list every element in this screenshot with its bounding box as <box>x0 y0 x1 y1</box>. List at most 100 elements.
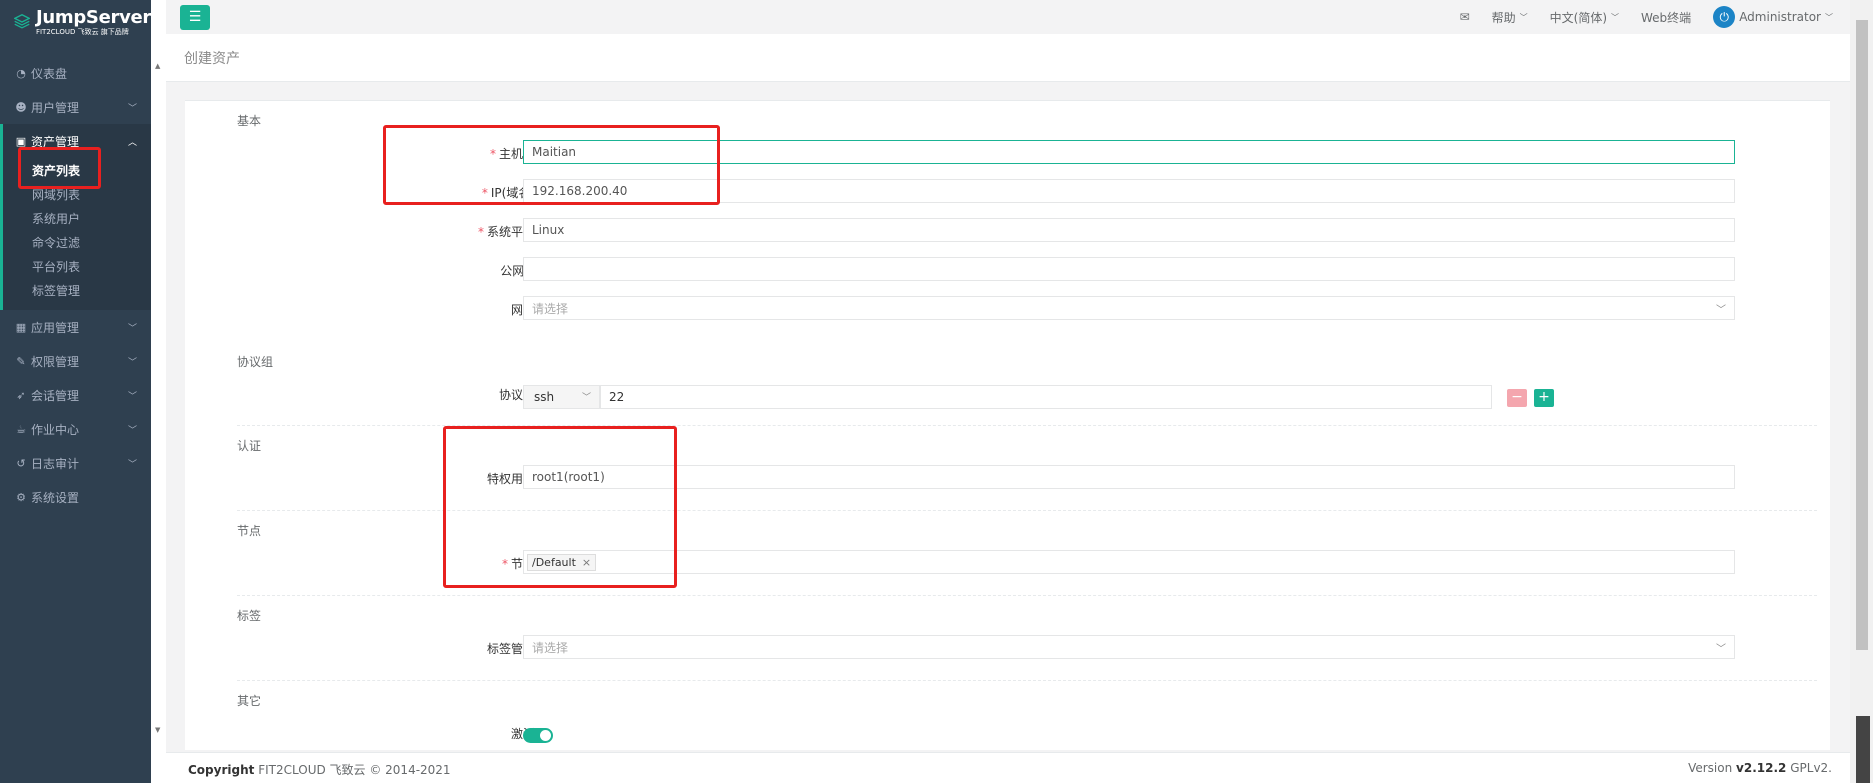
sidebar-item-label: 作业中心 <box>31 422 80 437</box>
user-name: Administrator <box>1739 10 1821 24</box>
sidebar-subitem-command-filters[interactable]: 命令过滤 <box>3 230 151 254</box>
scroll-up-arrow-icon: ▲ <box>155 62 161 70</box>
domain-placeholder: 请选择 <box>532 301 569 316</box>
public-ip-input[interactable] <box>523 257 1735 281</box>
sidebar-item-dashboard[interactable]: ◔ 仪表盘 <box>0 56 151 90</box>
section-title-nodes: 节点 <box>237 524 262 538</box>
language-menu[interactable]: 中文(简体) ﹀ <box>1550 9 1619 26</box>
sidebar-subitem-platforms[interactable]: 平台列表 <box>3 254 151 278</box>
chevron-down-icon: ﹀ <box>581 393 591 403</box>
plus-icon: + <box>1538 389 1550 405</box>
web-terminal-label: Web终端 <box>1641 10 1692 25</box>
chevron-down-icon: ﹀ <box>1716 305 1726 316</box>
sidebar-item-permissions[interactable]: ✎ 权限管理 ﹀ <box>0 344 151 378</box>
jumpserver-logo-icon <box>14 14 30 29</box>
inbox-icon: ▣ <box>15 134 27 148</box>
section-title-basic: 基本 <box>237 114 262 128</box>
add-protocol-button[interactable]: + <box>1534 389 1554 407</box>
sidebar-item-sessions[interactable]: ➶ 会话管理 ﹀ <box>0 378 151 412</box>
history-icon: ↺ <box>16 456 26 470</box>
highlight-box-asset-list <box>18 147 101 189</box>
chevron-down-icon: ﹀ <box>127 425 137 436</box>
sidebar-item-audits[interactable]: ↺ 日志审计 ﹀ <box>0 446 151 480</box>
sidebar-subitem-system-users[interactable]: 系统用户 <box>3 206 151 230</box>
sidebar-item-label: 权限管理 <box>31 354 80 369</box>
highlight-box-host-ip <box>383 125 720 205</box>
labels-placeholder: 请选择 <box>532 640 569 655</box>
chevron-down-icon: ﹀ <box>127 323 137 334</box>
chevron-down-icon: ﹀ <box>1825 12 1833 22</box>
protocol-label: 协议组 <box>498 388 535 402</box>
protocol-select[interactable]: ssh ﹀ <box>523 385 600 409</box>
web-terminal-link[interactable]: Web终端 <box>1641 9 1691 26</box>
sidebar-item-label: 系统设置 <box>31 490 80 505</box>
chevron-up-icon: ︿ <box>127 137 137 148</box>
scrollbar-thumb[interactable] <box>1856 20 1868 650</box>
edit-icon: ✎ <box>16 354 26 368</box>
divider <box>237 680 1817 681</box>
sidebar-item-users[interactable]: ☻ 用户管理 ﹀ <box>0 90 151 124</box>
brand-subtitle: FIT2CLOUD 飞致云 旗下品牌 <box>35 27 129 36</box>
domain-label: 网域 <box>385 301 535 318</box>
public-ip-label: 公网IP <box>500 264 535 278</box>
domain-select[interactable]: 请选择 ﹀ <box>523 296 1735 320</box>
admin-user-select[interactable]: root1(root1) <box>523 465 1735 489</box>
rocket-icon: ➶ <box>16 388 26 402</box>
help-label: 帮助 <box>1491 10 1516 25</box>
dashboard-icon: ◔ <box>16 66 26 80</box>
labels-select[interactable]: 请选择 ﹀ <box>523 635 1735 659</box>
protocol-value: ssh <box>534 390 555 404</box>
chevron-down-icon: ﹀ <box>1716 644 1726 655</box>
chevron-down-icon: ﹀ <box>127 459 137 470</box>
power-icon: ⏻ <box>1713 6 1736 28</box>
section-title-other: 其它 <box>237 694 262 708</box>
version-text: Version v2.12.2 GPLv2. <box>1688 761 1832 775</box>
sidebar-scrollbar[interactable]: ▲ ▼ <box>151 0 166 783</box>
user-menu[interactable]: ⏻ Administrator ﹀ <box>1713 6 1833 28</box>
chevron-down-icon: ﹀ <box>127 103 137 114</box>
language-label: 中文(简体) <box>1549 10 1608 25</box>
platform-select[interactable]: Linux <box>523 218 1735 242</box>
sidebar-item-settings[interactable]: ⚙ 系统设置 <box>0 480 151 514</box>
sidebar-item-label: 仪表盘 <box>31 66 68 81</box>
node-select[interactable]: /Default × <box>523 550 1735 574</box>
labels-label: 标签管理 <box>486 642 535 656</box>
chevron-down-icon: ﹀ <box>1611 12 1620 22</box>
divider <box>237 595 1817 596</box>
copyright-text: Copyright FIT2CLOUD 飞致云 © 2014-2021 <box>188 763 451 777</box>
hamburger-icon: ☰ <box>188 9 202 25</box>
remove-protocol-button[interactable]: − <box>1507 389 1527 407</box>
section-title-auth: 认证 <box>237 439 262 453</box>
sidebar: JumpServer FIT2CLOUD 飞致云 旗下品牌 ◔ 仪表盘 ☻ 用户… <box>0 0 151 783</box>
users-icon: ☻ <box>15 100 27 114</box>
sidebar-item-label: 日志审计 <box>31 456 80 471</box>
scrollbar-widget <box>1856 716 1870 783</box>
port-input[interactable]: 22 <box>600 385 1492 409</box>
sidebar-nav: ◔ 仪表盘 ☻ 用户管理 ﹀ ▣ 资产管理 ︿ 资产列表 网域列表 系统用户 命… <box>0 56 151 514</box>
coffee-icon: ☕ <box>16 422 26 436</box>
sidebar-item-applications[interactable]: ▦ 应用管理 ﹀ <box>0 310 151 344</box>
minus-icon: − <box>1511 389 1523 405</box>
page-title: 创建资产 <box>184 51 240 67</box>
message-button[interactable]: ✉ <box>1460 10 1470 24</box>
gears-icon: ⚙ <box>16 490 26 504</box>
sidebar-item-label: 会话管理 <box>31 388 80 403</box>
topbar: ☰ ✉ 帮助 ﹀ 中文(简体) ﹀ Web终端 ⏻ Administrator … <box>166 0 1873 34</box>
footer: Copyright FIT2CLOUD 飞致云 © 2014-2021 Vers… <box>166 752 1850 783</box>
help-menu[interactable]: 帮助 ﹀ <box>1492 9 1528 26</box>
platform-label: * 系统平台 <box>477 225 535 239</box>
sidebar-toggle-button[interactable]: ☰ <box>180 4 210 30</box>
sidebar-item-jobs[interactable]: ☕ 作业中心 ﹀ <box>0 412 151 446</box>
active-toggle[interactable] <box>523 728 553 743</box>
chevron-down-icon: ﹀ <box>127 357 137 368</box>
topbar-actions: ✉ 帮助 ﹀ 中文(简体) ﹀ Web终端 ⏻ Administrator ﹀ <box>1460 0 1833 34</box>
sidebar-item-label: 用户管理 <box>31 100 80 115</box>
grid-icon: ▦ <box>15 320 27 334</box>
brand-title: JumpServer <box>35 6 151 28</box>
active-label: 激活 <box>385 725 535 742</box>
envelope-icon: ✉ <box>1459 10 1470 24</box>
section-title-protocols: 协议组 <box>237 355 274 369</box>
logo[interactable]: JumpServer FIT2CLOUD 飞致云 旗下品牌 <box>0 0 151 44</box>
sidebar-subitem-labels[interactable]: 标签管理 <box>3 278 151 302</box>
page-scrollbar[interactable] <box>1850 0 1873 783</box>
